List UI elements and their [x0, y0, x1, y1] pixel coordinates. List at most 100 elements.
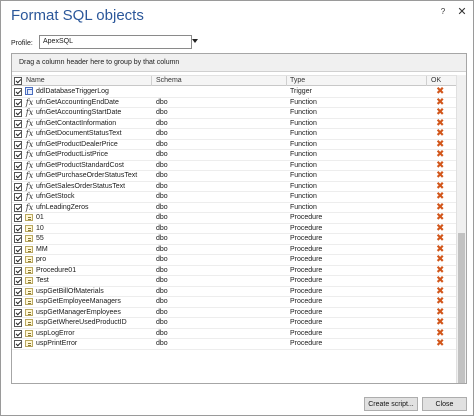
row-checkbox[interactable] [14, 308, 22, 317]
table-row[interactable]: 01 dbo Procedure ✖ [12, 212, 456, 224]
row-checkbox[interactable] [14, 214, 22, 222]
create-script-button[interactable]: Create script... [364, 397, 418, 411]
function-icon: fx [25, 181, 34, 191]
procedure-icon [25, 266, 33, 274]
grid-header: Name Schema Type OK [12, 75, 456, 86]
table-row[interactable]: uspGetWhereUsedProductID dbo Procedure ✖ [12, 317, 456, 329]
table-row[interactable]: uspGetBillOfMaterials dbo Procedure ✖ [12, 286, 456, 297]
object-type: Function [290, 172, 317, 179]
table-row[interactable]: Procedure01 dbo Procedure ✖ [12, 265, 456, 276]
ok-status-icon: ✖ [436, 327, 445, 339]
object-type: Procedure [290, 235, 323, 242]
row-checkbox[interactable] [14, 340, 22, 348]
table-row[interactable]: Test dbo Procedure ✖ [12, 275, 456, 287]
row-checkbox[interactable] [14, 140, 22, 149]
column-header-schema[interactable]: Schema [156, 76, 182, 86]
scrollbar-thumb[interactable] [458, 233, 465, 383]
chevron-down-icon[interactable] [192, 39, 198, 43]
object-name: ufnGetProductStandardCost [36, 161, 124, 169]
ok-status-icon: ✖ [436, 107, 445, 118]
column-divider[interactable] [151, 76, 152, 86]
close-icon[interactable]: ✕ [456, 5, 468, 18]
table-row[interactable]: 10 dbo Procedure ✖ [12, 223, 456, 234]
row-checkbox[interactable] [14, 224, 22, 233]
row-checkbox[interactable] [14, 245, 22, 254]
row-checkbox[interactable] [14, 287, 22, 296]
row-checkbox[interactable] [14, 130, 22, 138]
column-divider[interactable] [286, 76, 287, 86]
function-icon: fx [25, 192, 34, 201]
row-checkbox[interactable] [14, 203, 22, 212]
row-checkbox[interactable] [14, 235, 22, 243]
object-type: Procedure [290, 214, 323, 221]
ok-status-icon: ✖ [436, 128, 445, 139]
object-name: ufnGetProductListPrice [36, 151, 108, 158]
table-row[interactable]: fx ufnGetAccountingEndDate dbo Function ✖ [12, 96, 456, 108]
ok-status-icon: ✖ [436, 149, 445, 160]
object-name: 01 [36, 214, 44, 221]
table-row[interactable]: fx ufnGetPurchaseOrderStatusText dbo Functi… [12, 170, 456, 182]
row-checkbox[interactable] [14, 88, 22, 96]
row-checkbox[interactable] [14, 319, 22, 327]
select-all-checkbox[interactable] [14, 77, 22, 85]
profile-dropdown[interactable]: ApexSQL [39, 35, 192, 49]
close-button[interactable]: Close [422, 397, 467, 411]
object-type: Function [290, 161, 317, 169]
function-icon: fx [25, 97, 34, 107]
row-checkbox[interactable] [14, 193, 22, 201]
row-checkbox[interactable] [14, 161, 22, 170]
ok-status-icon: ✖ [436, 306, 445, 318]
object-name: uspGetEmployeeManagers [36, 298, 121, 305]
column-header-ok[interactable]: OK [431, 76, 441, 86]
column-header-name[interactable]: Name [26, 76, 45, 86]
object-name: uspLogError [36, 329, 75, 337]
table-row[interactable]: fx ufnGetProductDealerPrice dbo Function ✖ [12, 139, 456, 150]
table-row[interactable]: fx ufnGetAccountingStartDate dbo Function ✖ [12, 107, 456, 119]
object-type: Procedure [290, 266, 323, 274]
ok-status-icon: ✖ [436, 159, 445, 171]
row-checkbox[interactable] [14, 119, 22, 128]
group-by-panel[interactable]: Drag a column header here to group by th… [12, 54, 466, 72]
table-row[interactable]: uspPrintError dbo Procedure ✖ [12, 338, 456, 350]
table-row[interactable]: MM dbo Procedure ✖ [12, 244, 456, 255]
row-checkbox[interactable] [14, 172, 22, 180]
row-checkbox[interactable] [14, 277, 22, 285]
table-row[interactable]: 55 dbo Procedure ✖ [12, 233, 456, 245]
function-icon: fx [25, 160, 34, 170]
object-type: Function [290, 193, 317, 200]
procedure-icon [25, 340, 33, 347]
vertical-scrollbar[interactable] [456, 75, 466, 383]
procedure-icon [25, 308, 33, 316]
table-row[interactable]: fx ufnGetStock dbo Function ✖ [12, 191, 456, 203]
help-button[interactable]: ? [438, 7, 448, 16]
object-type: Procedure [290, 329, 323, 337]
table-row[interactable]: uspGetEmployeeManagers dbo Procedure ✖ [12, 296, 456, 308]
table-row[interactable]: pro dbo Procedure ✖ [12, 254, 456, 266]
row-checkbox[interactable] [14, 182, 22, 191]
table-row[interactable]: fx ufnGetContactInformation dbo Function ✖ [12, 118, 456, 129]
column-divider[interactable] [426, 76, 427, 86]
table-row[interactable]: fx ufnGetProductStandardCost dbo Function ✖ [12, 159, 456, 171]
table-row[interactable]: fx ufnGetDocumentStatusText dbo Function ✖ [12, 128, 456, 140]
object-name: uspPrintError [36, 340, 78, 347]
row-checkbox[interactable] [14, 298, 22, 306]
row-checkbox[interactable] [14, 109, 22, 117]
row-checkbox[interactable] [14, 98, 22, 107]
table-row[interactable]: fx ufnGetSalesOrderStatusText dbo Function ✖ [12, 180, 456, 192]
ok-status-icon: ✖ [436, 96, 445, 108]
object-name: ddlDatabaseTriggerLog [36, 88, 109, 95]
row-checkbox[interactable] [14, 266, 22, 275]
function-icon: fx [25, 139, 34, 149]
table-row[interactable]: fx ufnGetProductListPrice dbo Function ✖ [12, 149, 456, 161]
row-checkbox[interactable] [14, 256, 22, 264]
row-checkbox[interactable] [14, 151, 22, 159]
table-row[interactable]: uspGetManagerEmployees dbo Procedure ✖ [12, 306, 456, 318]
column-header-type[interactable]: Type [290, 76, 305, 86]
table-row[interactable]: uspLogError dbo Procedure ✖ [12, 327, 456, 339]
object-schema: dbo [156, 161, 168, 169]
object-name: ufnGetDocumentStatusText [36, 130, 122, 137]
table-row[interactable]: fx ufnLeadingZeros dbo Function ✖ [12, 202, 456, 213]
table-row[interactable]: ddlDatabaseTriggerLog Trigger ✖ [12, 87, 456, 98]
ok-status-icon: ✖ [436, 180, 445, 192]
row-checkbox[interactable] [14, 329, 22, 338]
